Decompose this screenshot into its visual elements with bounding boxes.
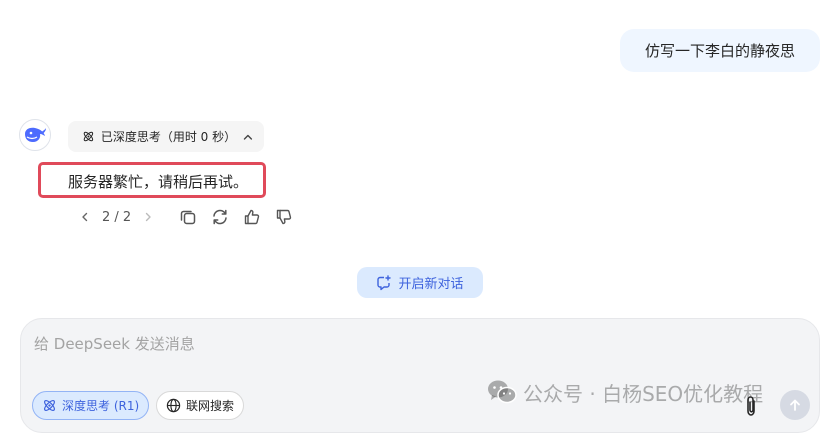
like-button[interactable] (241, 206, 263, 228)
thinking-label: 已深度思考（用时 0 秒） (100, 130, 237, 144)
message-input[interactable] (34, 333, 734, 355)
copy-icon (180, 210, 196, 225)
next-response-button[interactable] (137, 206, 159, 228)
web-search-label: 联网搜索 (186, 399, 235, 413)
attach-file-button[interactable] (740, 394, 762, 420)
assistant-response-text: 服务器繁忙，请稍后再试。 (68, 173, 249, 191)
prev-response-button[interactable] (74, 206, 96, 228)
deep-think-label: 深度思考 (R1) (62, 399, 140, 413)
new-chat-button[interactable]: 开启新对话 (357, 267, 483, 298)
response-tools (177, 206, 295, 228)
response-pager: 2 / 2 (74, 206, 159, 228)
web-search-toggle[interactable]: 联网搜索 (156, 391, 245, 420)
watermark-text: 公众号 · 白杨SEO优化教程 (523, 381, 764, 406)
chevron-right-icon (145, 212, 151, 222)
paperclip-icon (747, 396, 755, 416)
regenerate-button[interactable] (209, 206, 231, 228)
message-actions: 2 / 2 (74, 206, 295, 228)
refresh-icon (213, 209, 227, 225)
user-message-text: 仿写一下李白的静夜思 (644, 42, 795, 60)
thinking-toggle[interactable]: 已深度思考（用时 0 秒） (68, 121, 264, 152)
copy-button[interactable] (177, 206, 199, 228)
assistant-avatar (19, 119, 51, 151)
send-button[interactable] (780, 390, 810, 420)
whale-logo-icon (25, 127, 46, 142)
chevron-up-icon (243, 134, 253, 140)
thumbs-down-icon (276, 209, 292, 225)
watermark: 公众号 · 白杨SEO优化教程 (487, 378, 763, 406)
deep-think-toggle[interactable]: 深度思考 (R1) (32, 391, 150, 420)
pager-count: 2 / 2 (102, 209, 132, 225)
chevron-left-icon (82, 212, 88, 222)
user-message-bubble: 仿写一下李白的静夜思 (620, 29, 820, 72)
wechat-icon (488, 380, 517, 404)
dislike-button[interactable] (273, 206, 295, 228)
thumbs-up-icon (244, 209, 260, 225)
atom-icon (44, 400, 55, 411)
new-chat-icon (377, 274, 392, 290)
globe-icon (166, 398, 181, 413)
new-chat-label: 开启新对话 (398, 277, 464, 292)
atom-icon (83, 131, 94, 142)
arrow-up-icon (790, 399, 800, 411)
